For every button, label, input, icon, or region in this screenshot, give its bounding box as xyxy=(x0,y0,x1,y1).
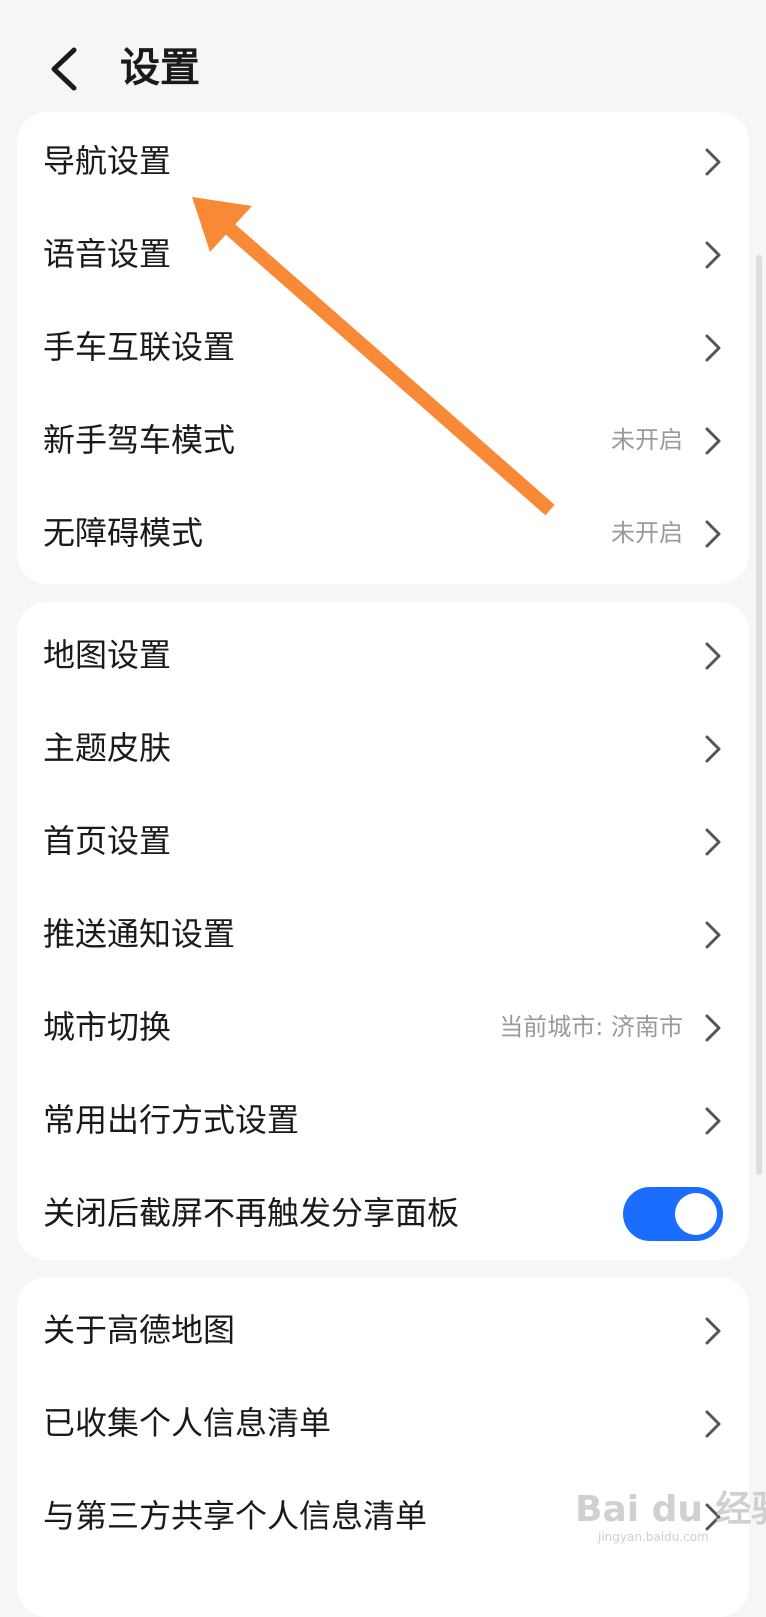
row-about-amap[interactable]: 关于高德地图 xyxy=(17,1284,749,1377)
row-label: 新手驾车模式 xyxy=(43,421,236,459)
settings-group-general: 地图设置 主题皮肤 首页设置 推送通知设置 城市切换 当前城市: 济南市 常用出… xyxy=(17,602,749,1260)
row-travel-mode[interactable]: 常用出行方式设置 xyxy=(17,1074,749,1167)
chevron-right-icon xyxy=(705,642,721,670)
row-label: 语音设置 xyxy=(43,235,172,273)
header: 设置 xyxy=(0,0,766,130)
row-phone-car-link[interactable]: 手车互联设置 xyxy=(17,301,749,394)
row-value: 未开启 xyxy=(611,426,683,454)
back-button[interactable] xyxy=(44,44,84,94)
row-label: 已收集个人信息清单 xyxy=(43,1404,332,1442)
row-city-switch[interactable]: 城市切换 当前城市: 济南市 xyxy=(17,981,749,1074)
row-label: 关于高德地图 xyxy=(43,1311,236,1349)
row-label: 主题皮肤 xyxy=(43,729,172,767)
row-screenshot-share-panel: 关闭后截屏不再触发分享面板 xyxy=(17,1167,749,1260)
chevron-right-icon xyxy=(705,241,721,269)
row-label: 导航设置 xyxy=(43,142,172,180)
chevron-right-icon xyxy=(705,921,721,949)
row-novice-driving[interactable]: 新手驾车模式 未开启 xyxy=(17,394,749,487)
chevron-right-icon xyxy=(705,427,721,455)
chevron-right-icon xyxy=(705,334,721,362)
row-label: 与第三方共享个人信息清单 xyxy=(43,1497,428,1535)
page-title: 设置 xyxy=(120,45,200,91)
row-label: 无障碍模式 xyxy=(43,514,204,552)
row-label: 关闭后截屏不再触发分享面板 xyxy=(43,1194,460,1232)
row-label: 手车互联设置 xyxy=(43,328,236,366)
chevron-right-icon xyxy=(705,1317,721,1345)
row-label: 推送通知设置 xyxy=(43,915,236,953)
chevron-left-icon xyxy=(51,47,77,91)
row-home-settings[interactable]: 首页设置 xyxy=(17,795,749,888)
row-map-settings[interactable]: 地图设置 xyxy=(17,609,749,702)
row-value: 当前城市: 济南市 xyxy=(499,1013,683,1041)
row-label: 常用出行方式设置 xyxy=(43,1101,300,1139)
chevron-right-icon xyxy=(705,1107,721,1135)
row-label: 首页设置 xyxy=(43,822,172,860)
chevron-right-icon xyxy=(705,148,721,176)
row-label: 城市切换 xyxy=(43,1008,172,1046)
chevron-right-icon xyxy=(705,1410,721,1438)
watermark-url: jingyan.baidu.com xyxy=(598,1530,709,1544)
screenshot-share-toggle[interactable] xyxy=(623,1187,723,1241)
settings-group-navigation: 导航设置 语音设置 手车互联设置 新手驾车模式 未开启 无障碍模式 未开启 xyxy=(17,112,749,584)
row-theme-skin[interactable]: 主题皮肤 xyxy=(17,702,749,795)
baidu-watermark: Bai du 经验 xyxy=(575,1489,766,1530)
row-push-notifications[interactable]: 推送通知设置 xyxy=(17,888,749,981)
chevron-right-icon xyxy=(705,828,721,856)
toggle-knob xyxy=(675,1193,717,1235)
chevron-right-icon xyxy=(705,1014,721,1042)
row-value: 未开启 xyxy=(611,519,683,547)
row-accessibility[interactable]: 无障碍模式 未开启 xyxy=(17,487,749,580)
row-label: 地图设置 xyxy=(43,636,172,674)
scrollbar[interactable] xyxy=(756,255,762,1175)
chevron-right-icon xyxy=(705,735,721,763)
chevron-right-icon xyxy=(705,520,721,548)
row-navigation-settings[interactable]: 导航设置 xyxy=(17,115,749,208)
row-voice-settings[interactable]: 语音设置 xyxy=(17,208,749,301)
settings-group-about: 关于高德地图 已收集个人信息清单 与第三方共享个人信息清单 xyxy=(17,1277,749,1617)
row-collected-info-list[interactable]: 已收集个人信息清单 xyxy=(17,1377,749,1470)
